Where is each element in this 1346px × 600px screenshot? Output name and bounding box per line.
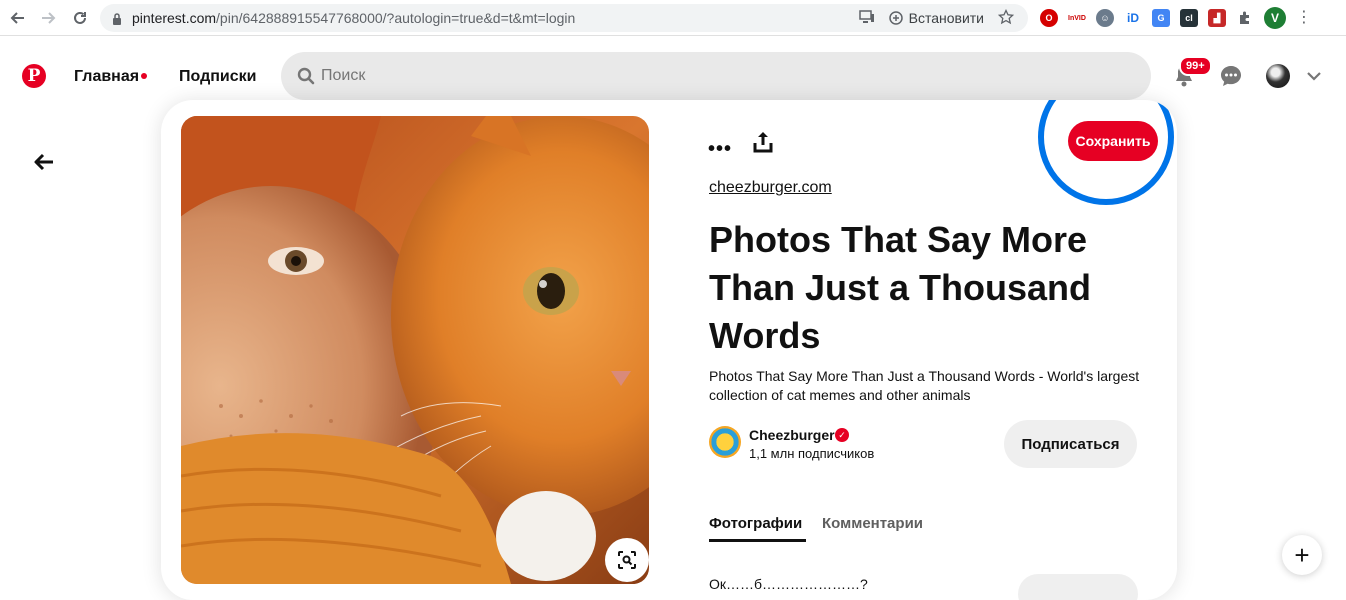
home-notification-dot (141, 73, 147, 79)
pin-title: Photos That Say More Than Just a Thousan… (709, 219, 1092, 356)
creator-name[interactable]: Cheezburger (749, 427, 835, 443)
extensions-bar: O InVID ☺ iD G cl ▟ V ⋮ (1040, 6, 1312, 30)
search-icon (297, 67, 315, 85)
translate-extension-icon[interactable]: G (1152, 9, 1170, 27)
bottom-action-button[interactable] (1018, 574, 1138, 600)
pin-image[interactable] (181, 116, 649, 584)
back-arrow-icon[interactable] (32, 150, 56, 174)
messages-icon[interactable] (1219, 64, 1243, 88)
follow-button[interactable]: Подписаться (1004, 420, 1137, 468)
user-avatar[interactable] (1266, 64, 1290, 88)
pinterest-logo-icon[interactable]: P (22, 64, 46, 88)
chart-extension-icon[interactable]: ▟ (1208, 9, 1226, 27)
notifications-badge: 99+ (1179, 56, 1212, 76)
opera-extension-icon[interactable]: O (1040, 9, 1058, 27)
cl-extension-icon[interactable]: cl (1180, 9, 1198, 27)
profile-avatar-icon[interactable]: V (1264, 7, 1286, 29)
cast-icon[interactable] (858, 9, 875, 27)
search-input[interactable] (321, 67, 1101, 85)
lens-icon (618, 551, 636, 569)
menu-kebab-icon[interactable]: ⋮ (1296, 10, 1312, 26)
robot-extension-icon[interactable]: ☺ (1096, 9, 1114, 27)
pin-card: ••• Сохранить cheezburger.com Photos Tha… (161, 100, 1177, 600)
install-label: Встановити (908, 10, 984, 26)
address-bar[interactable]: pinterest.com/pin/642888915547768000/?au… (100, 4, 1028, 32)
tab-comments[interactable]: Комментарии (822, 515, 923, 532)
invid-extension-icon[interactable]: InVID (1068, 9, 1086, 27)
install-icon (888, 11, 903, 25)
nav-home[interactable]: Главная (74, 68, 139, 86)
puzzle-extensions-icon[interactable] (1236, 9, 1254, 27)
follower-count: 1,1 млн подписчиков (749, 446, 875, 461)
url-text: pinterest.com/pin/642888915547768000/?au… (132, 10, 576, 26)
bottom-prompt-text: Ок……б…………………? (709, 576, 868, 592)
browser-toolbar: pinterest.com/pin/642888915547768000/?au… (0, 0, 1346, 36)
reload-icon[interactable] (66, 4, 94, 32)
id-extension-icon[interactable]: iD (1124, 9, 1142, 27)
tab-photos[interactable]: Фотографии (709, 515, 802, 532)
share-icon[interactable] (751, 130, 775, 154)
more-options-icon[interactable]: ••• (708, 138, 732, 161)
install-button[interactable]: Встановити (888, 10, 984, 26)
lock-icon (112, 12, 122, 25)
search-bar[interactable] (281, 52, 1151, 100)
back-nav-icon[interactable] (4, 4, 32, 32)
bookmark-star-icon[interactable] (997, 8, 1015, 28)
active-tab-underline (709, 539, 806, 542)
pin-description: Photos That Say More Than Just a Thousan… (709, 368, 1140, 403)
chevron-down-icon[interactable] (1306, 68, 1322, 84)
visual-search-lens-button[interactable] (605, 538, 649, 582)
save-button[interactable]: Сохранить (1068, 121, 1158, 161)
source-link[interactable]: cheezburger.com (709, 179, 832, 197)
creator-avatar[interactable] (709, 426, 741, 458)
forward-nav-icon[interactable] (34, 4, 62, 32)
verified-badge-icon: ✓ (835, 428, 849, 442)
nav-subscriptions[interactable]: Подписки (179, 68, 256, 86)
plus-icon[interactable]: + (1282, 535, 1322, 575)
